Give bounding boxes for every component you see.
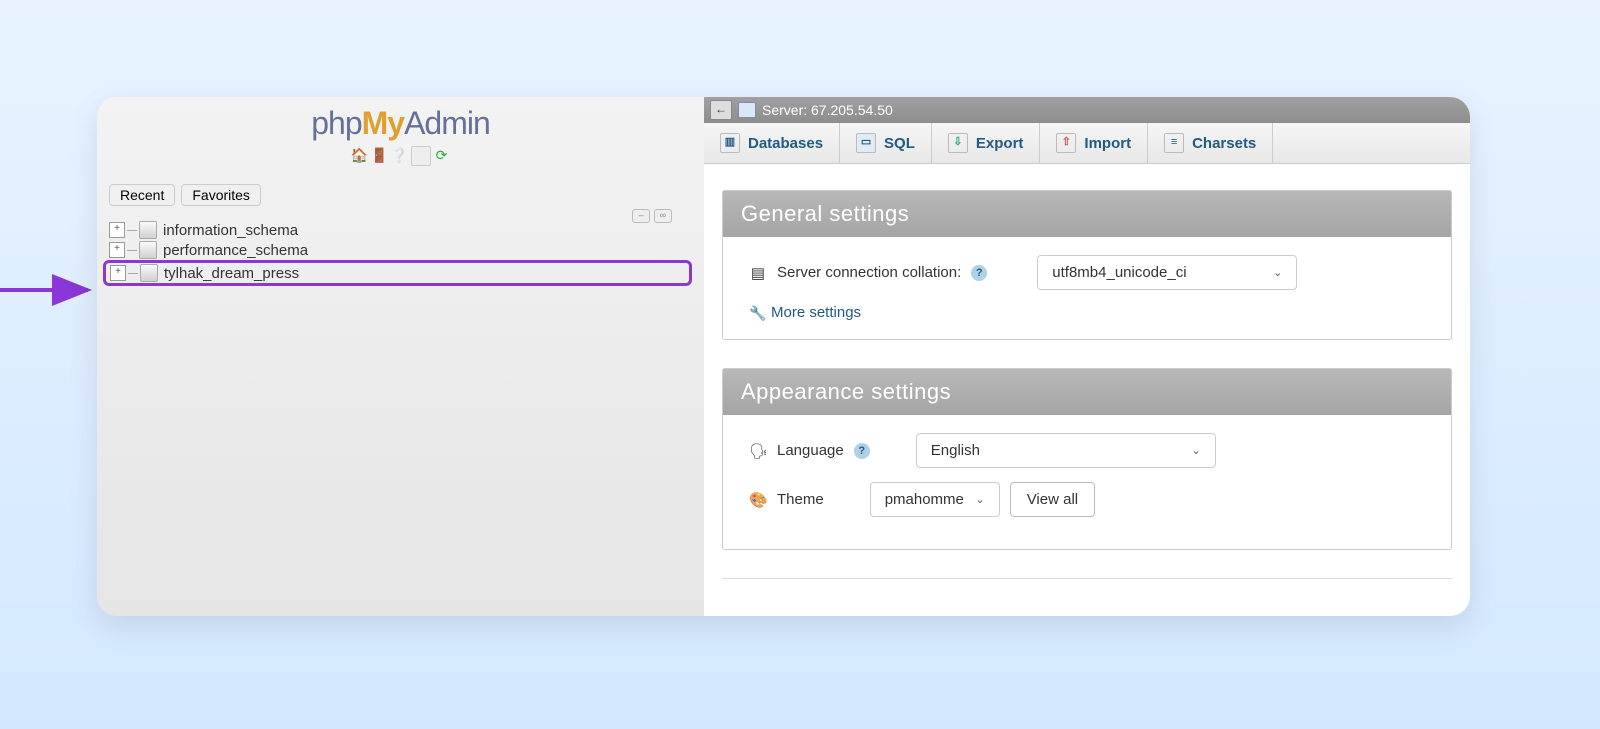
nav-label: Export [976,135,1024,152]
app-window: phpMyAdmin 🏠 🚪 ❔ ⟳ Recent Favorites – ∞ … [97,97,1470,616]
collation-row: ▤ Server connection collation: ? utf8mb4… [749,255,1425,290]
tab-databases[interactable]: ▥ Databases [704,123,840,163]
chevron-down-icon: ⌄ [975,493,984,506]
server-label: Server: [762,102,807,118]
sidebar-tabs: Recent Favorites [109,184,261,206]
nav-tabs: ▥ Databases ▭ SQL ⇩ Export ⇧ Import ≡ Charset… [704,123,1470,164]
tab-recent[interactable]: Recent [109,184,175,206]
panel-title: General settings [723,191,1451,237]
link-icon[interactable]: ∞ [654,209,672,223]
logo-php: php [311,105,361,141]
db-label: tylhak_dream_press [164,265,299,282]
expand-icon[interactable]: + [109,222,125,238]
main-panel: ← Server: 67.205.54.50 ▥ Databases ▭ SQL ⇩… [704,97,1470,616]
panel-title: Appearance settings [723,369,1451,415]
nav-label: Databases [748,135,823,152]
theme-value: pmahomme [885,491,964,508]
theme-select[interactable]: pmahomme ⌄ [870,482,1000,517]
view-all-button[interactable]: View all [1010,482,1095,517]
collation-value: utf8mb4_unicode_ci [1052,264,1186,281]
theme-label: Theme [777,491,824,508]
import-icon: ⇧ [1056,133,1076,153]
charsets-icon: ≡ [1164,133,1184,153]
theme-row: 🎨 Theme pmahomme ⌄ View all [749,482,1425,517]
database-icon [139,241,157,259]
tree-controls: – ∞ [632,209,672,223]
logo-admin: Admin [404,105,490,141]
tab-charsets[interactable]: ≡ Charsets [1148,123,1273,163]
nav-label: Import [1084,135,1131,152]
content-area: General settings ▤ Server connection col… [704,164,1470,605]
logo: phpMyAdmin [311,105,490,142]
sidebar-toolbar: 🏠 🚪 ❔ ⟳ [351,146,451,166]
nav-label: SQL [884,135,915,152]
tab-import[interactable]: ⇧ Import [1040,123,1148,163]
chevron-down-icon: ⌄ [1273,266,1282,279]
export-icon: ⇩ [948,133,968,153]
chevron-down-icon: ⌄ [1192,444,1201,457]
help-icon[interactable]: ? [854,443,870,459]
exit-icon[interactable]: 🚪 [371,146,389,164]
tab-sql[interactable]: ▭ SQL [840,123,932,163]
server-address: 67.205.54.50 [811,102,893,118]
language-icon: 🗣 [749,442,767,460]
divider [722,578,1452,579]
topbar: ← Server: 67.205.54.50 [704,97,1470,123]
tab-favorites[interactable]: Favorites [181,184,261,206]
sql-icon[interactable] [411,146,431,166]
db-label: performance_schema [163,242,308,259]
collapse-all-icon[interactable]: – [632,209,650,223]
back-button[interactable]: ← [710,100,732,120]
appearance-settings-panel: Appearance settings 🗣 Language ? English… [722,368,1452,550]
server-icon [738,102,756,118]
tree-connector [127,230,137,231]
general-settings-panel: General settings ▤ Server connection col… [722,190,1452,340]
language-select[interactable]: English ⌄ [916,433,1216,468]
expand-icon[interactable]: + [109,242,125,258]
db-label: information_schema [163,222,298,239]
db-item-information-schema[interactable]: + information_schema [109,220,692,240]
databases-icon: ▥ [720,133,740,153]
sidebar: phpMyAdmin 🏠 🚪 ❔ ⟳ Recent Favorites – ∞ … [97,97,704,616]
tree-connector [128,273,138,274]
more-settings-link[interactable]: 🔧 More settings [749,304,1425,321]
sql-icon: ▭ [856,133,876,153]
annotation-arrow [0,280,95,300]
more-label: More settings [771,304,861,321]
expand-icon[interactable]: + [110,265,126,281]
collation-select[interactable]: utf8mb4_unicode_ci ⌄ [1037,255,1297,290]
theme-icon: 🎨 [749,491,767,509]
db-item-tylhak-dream-press[interactable]: + tylhak_dream_press [103,260,692,286]
nav-label: Charsets [1192,135,1256,152]
help-icon[interactable]: ? [971,265,987,281]
list-icon: ▤ [749,264,767,282]
help-icon[interactable]: ❔ [391,146,409,164]
collation-label: Server connection collation: [777,264,961,281]
tree-connector [127,250,137,251]
db-item-performance-schema[interactable]: + performance_schema [109,240,692,260]
database-icon [140,264,158,282]
logo-my: My [362,105,404,141]
tab-export[interactable]: ⇩ Export [932,123,1041,163]
refresh-icon[interactable]: ⟳ [433,146,451,164]
database-tree: + information_schema + performance_schem… [109,220,692,286]
language-label: Language [777,442,844,459]
wrench-icon: 🔧 [749,305,765,321]
database-icon [139,221,157,239]
language-value: English [931,442,980,459]
home-icon[interactable]: 🏠 [351,146,369,164]
language-row: 🗣 Language ? English ⌄ [749,433,1425,468]
